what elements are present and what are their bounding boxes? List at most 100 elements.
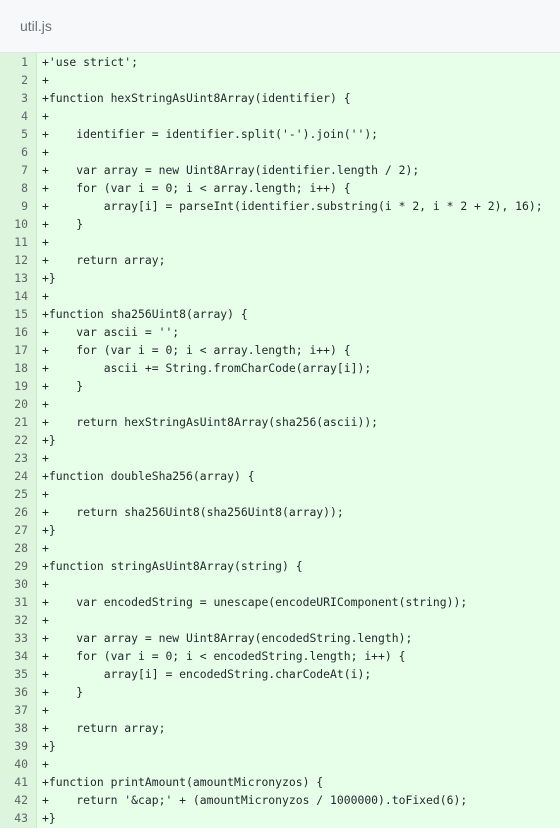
- diff-line[interactable]: 29 +function stringAsUint8Array(string) {: [0, 557, 560, 575]
- diff-line[interactable]: 42 + return '&cap;' + (amountMicronyzos /…: [0, 791, 560, 809]
- line-number[interactable]: 14: [0, 287, 36, 305]
- line-number[interactable]: 5: [0, 125, 36, 143]
- diff-line[interactable]: 17 + for (var i = 0; i < array.length; i+…: [0, 341, 560, 359]
- line-number[interactable]: 8: [0, 179, 36, 197]
- code-text: + var array = new Uint8Array(identifier.…: [42, 163, 420, 177]
- diff-line[interactable]: 8 + for (var i = 0; i < array.length; i++…: [0, 179, 560, 197]
- line-number[interactable]: 7: [0, 161, 36, 179]
- code-text: +function sha256Uint8(array) {: [42, 307, 248, 321]
- diff-line[interactable]: 30 +: [0, 575, 560, 593]
- line-number[interactable]: 25: [0, 485, 36, 503]
- line-number[interactable]: 2: [0, 71, 36, 89]
- line-number[interactable]: 28: [0, 539, 36, 557]
- line-number[interactable]: 36: [0, 683, 36, 701]
- diff-line[interactable]: 7 + var array = new Uint8Array(identifier…: [0, 161, 560, 179]
- diff-view[interactable]: 1 +'use strict'; 2 +3 +function hexStringAsU…: [0, 53, 560, 828]
- line-number[interactable]: 20: [0, 395, 36, 413]
- line-number[interactable]: 38: [0, 719, 36, 737]
- diff-line[interactable]: 31 + var encodedString = unescape(encodeU…: [0, 593, 560, 611]
- diff-line[interactable]: 6 +: [0, 143, 560, 161]
- diff-line[interactable]: 36 + }: [0, 683, 560, 701]
- diff-line[interactable]: 40 +: [0, 755, 560, 773]
- diff-line[interactable]: 38 + return array;: [0, 719, 560, 737]
- diff-line[interactable]: 33 + var array = new Uint8Array(encodedSt…: [0, 629, 560, 647]
- line-number[interactable]: 33: [0, 629, 36, 647]
- diff-line[interactable]: 9 + array[i] = parseInt(identifier.substr…: [0, 197, 560, 215]
- code-text: + return sha256Uint8(sha256Uint8(array))…: [42, 505, 344, 519]
- line-number[interactable]: 32: [0, 611, 36, 629]
- code-text: +: [42, 613, 49, 627]
- line-number[interactable]: 6: [0, 143, 36, 161]
- code-text: + ascii += String.fromCharCode(array[i])…: [42, 361, 372, 375]
- code-text: +: [42, 541, 49, 555]
- line-number[interactable]: 19: [0, 377, 36, 395]
- diff-line[interactable]: 4 +: [0, 107, 560, 125]
- line-number[interactable]: 40: [0, 755, 36, 773]
- line-number[interactable]: 16: [0, 323, 36, 341]
- diff-line[interactable]: 16 + var ascii = '';: [0, 323, 560, 341]
- line-number[interactable]: 41: [0, 773, 36, 791]
- diff-line[interactable]: 14 +: [0, 287, 560, 305]
- line-number[interactable]: 42: [0, 791, 36, 809]
- diff-line[interactable]: 32 +: [0, 611, 560, 629]
- diff-line[interactable]: 39 +}: [0, 737, 560, 755]
- diff-line[interactable]: 15 +function sha256Uint8(array) {: [0, 305, 560, 323]
- line-number[interactable]: 4: [0, 107, 36, 125]
- diff-line[interactable]: 28 +: [0, 539, 560, 557]
- code-text: +: [42, 73, 49, 87]
- code-text: + for (var i = 0; i < array.length; i++)…: [42, 343, 351, 357]
- code-text: +: [42, 397, 49, 411]
- line-number[interactable]: 37: [0, 701, 36, 719]
- line-number[interactable]: 13: [0, 269, 36, 287]
- diff-line[interactable]: 43 +}: [0, 809, 560, 827]
- line-number[interactable]: 26: [0, 503, 36, 521]
- line-number[interactable]: 29: [0, 557, 36, 575]
- diff-line[interactable]: 25 +: [0, 485, 560, 503]
- diff-line[interactable]: 10 + }: [0, 215, 560, 233]
- diff-line[interactable]: 20 +: [0, 395, 560, 413]
- line-number[interactable]: 22: [0, 431, 36, 449]
- line-number[interactable]: 27: [0, 521, 36, 539]
- line-number[interactable]: 24: [0, 467, 36, 485]
- diff-line[interactable]: 3 +function hexStringAsUint8Array(identif…: [0, 89, 560, 107]
- line-number[interactable]: 39: [0, 737, 36, 755]
- diff-line[interactable]: 41 +function printAmount(amountMicronyzos…: [0, 773, 560, 791]
- diff-line[interactable]: 12 + return array;: [0, 251, 560, 269]
- diff-line[interactable]: 1 +'use strict';: [0, 53, 560, 71]
- diff-line[interactable]: 19 + }: [0, 377, 560, 395]
- line-number[interactable]: 21: [0, 413, 36, 431]
- line-number[interactable]: 18: [0, 359, 36, 377]
- diff-line[interactable]: 22 +}: [0, 431, 560, 449]
- code-text: +}: [42, 811, 56, 825]
- diff-line[interactable]: 11 +: [0, 233, 560, 251]
- diff-line[interactable]: 37 +: [0, 701, 560, 719]
- diff-line[interactable]: 24 +function doubleSha256(array) {: [0, 467, 560, 485]
- diff-line[interactable]: 34 + for (var i = 0; i < encodedString.le…: [0, 647, 560, 665]
- diff-line[interactable]: 26 + return sha256Uint8(sha256Uint8(array…: [0, 503, 560, 521]
- diff-line[interactable]: 35 + array[i] = encodedString.charCodeAt(…: [0, 665, 560, 683]
- diff-line[interactable]: 18 + ascii += String.fromCharCode(array[i…: [0, 359, 560, 377]
- line-number[interactable]: 9: [0, 197, 36, 215]
- line-number[interactable]: 11: [0, 233, 36, 251]
- line-number[interactable]: 12: [0, 251, 36, 269]
- line-number[interactable]: 10: [0, 215, 36, 233]
- line-number[interactable]: 17: [0, 341, 36, 359]
- line-number[interactable]: 3: [0, 89, 36, 107]
- line-number[interactable]: 30: [0, 575, 36, 593]
- line-number[interactable]: 43: [0, 809, 36, 827]
- line-number[interactable]: 23: [0, 449, 36, 467]
- line-number[interactable]: 35: [0, 665, 36, 683]
- diff-lines: 1 +'use strict'; 2 +3 +function hexStringAsU…: [0, 53, 560, 827]
- line-number[interactable]: 34: [0, 647, 36, 665]
- diff-line[interactable]: 5 + identifier = identifier.split('-').jo…: [0, 125, 560, 143]
- line-number[interactable]: 31: [0, 593, 36, 611]
- code-text: + var array = new Uint8Array(encodedStri…: [42, 631, 413, 645]
- line-number[interactable]: 1: [0, 53, 36, 71]
- diff-line[interactable]: 13 +}: [0, 269, 560, 287]
- diff-line[interactable]: 2 +: [0, 71, 560, 89]
- diff-line[interactable]: 27 +}: [0, 521, 560, 539]
- diff-line[interactable]: 23 +: [0, 449, 560, 467]
- diff-line[interactable]: 21 + return hexStringAsUint8Array(sha256(…: [0, 413, 560, 431]
- file-name[interactable]: util.js: [20, 18, 52, 34]
- line-number[interactable]: 15: [0, 305, 36, 323]
